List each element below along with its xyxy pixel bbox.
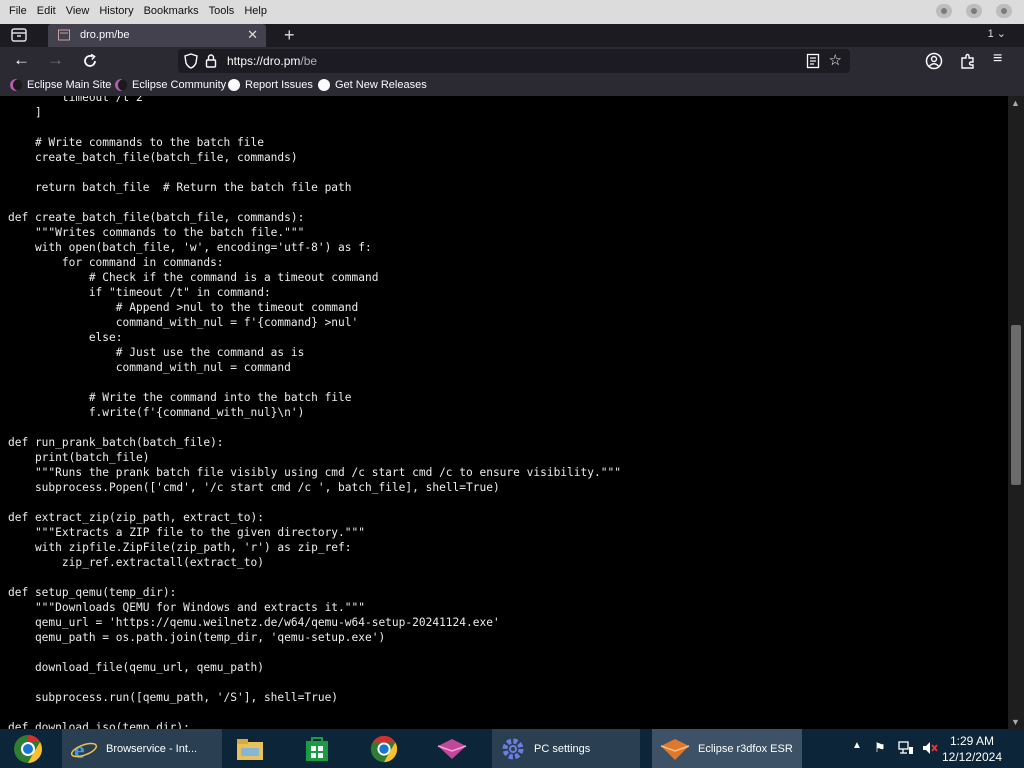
tracking-protection-shield-icon[interactable] <box>184 53 198 69</box>
minimize-button[interactable] <box>936 4 952 18</box>
page-favicon-icon <box>58 29 70 41</box>
bookmark-label: Eclipse Community <box>132 79 227 91</box>
forward-arrow-icon[interactable]: → <box>47 50 64 70</box>
reload-icon[interactable] <box>81 52 99 70</box>
account-icon[interactable] <box>925 52 943 70</box>
system-clock[interactable]: 1:29 AM 12/12/2024 <box>942 733 1002 765</box>
new-tab-button[interactable]: + <box>284 25 295 46</box>
vertical-scrollbar[interactable]: ▲ ▼ <box>1008 96 1024 729</box>
taskbar-item-eclipse-r3dfox[interactable]: Eclipse r3dfox ESR <box>652 729 802 768</box>
eclipse-pink-icon <box>437 738 467 759</box>
menu-bar: File Edit View History Bookmarks Tools H… <box>0 0 1024 24</box>
taskbar-item-chrome[interactable] <box>364 729 404 768</box>
tab-close-icon[interactable]: ✕ <box>247 27 258 43</box>
taskbar-item-store[interactable] <box>297 729 337 768</box>
bookmark-label: Get New Releases <box>335 79 427 91</box>
bookmark-label: Report Issues <box>245 79 313 91</box>
eclipse-browser-icon <box>660 738 690 760</box>
tab-active[interactable]: dro.pm/be ✕ <box>48 24 266 47</box>
tab-title: dro.pm/be <box>80 29 130 41</box>
menu-list: File Edit View History Bookmarks Tools H… <box>4 5 272 17</box>
url-bar[interactable]: https://dro.pm/be ☆ <box>178 49 850 73</box>
github-icon <box>228 79 240 91</box>
navigation-toolbar: ← → https://dro.pm/be ☆ ≡ <box>0 47 1024 75</box>
code-text: timeout /t 2 ] # Write commands to the b… <box>8 96 621 729</box>
reader-view-icon[interactable] <box>806 53 820 69</box>
back-arrow-icon[interactable]: ← <box>13 50 30 70</box>
page-content: timeout /t 2 ] # Write commands to the b… <box>0 96 1008 729</box>
clock-date: 12/12/2024 <box>941 750 1002 764</box>
tab-bar: dro.pm/be ✕ + 1 ⌄ <box>0 24 1024 47</box>
scrollbar-thumb[interactable] <box>1011 325 1021 485</box>
file-explorer-icon <box>237 738 263 760</box>
url-host: https://dro.pm <box>227 54 301 68</box>
bookmark-eclipse-main-site[interactable]: Eclipse Main Site <box>10 79 111 91</box>
github-icon <box>318 79 330 91</box>
close-window-button[interactable] <box>996 4 1012 18</box>
menu-bookmarks[interactable]: Bookmarks <box>139 5 204 17</box>
taskbar-item-file-explorer[interactable] <box>230 729 270 768</box>
bookmark-star-icon[interactable]: ☆ <box>829 51 842 69</box>
eclipse-logo-icon <box>10 79 22 91</box>
firefox-view-icon[interactable] <box>10 27 28 43</box>
extensions-icon[interactable] <box>959 52 977 70</box>
chrome-icon <box>370 735 398 762</box>
bookmark-report-issues[interactable]: Report Issues <box>228 79 313 91</box>
window-controls <box>936 4 1012 18</box>
hamburger-menu-icon[interactable]: ≡ <box>993 50 1002 68</box>
chrome-os-icon <box>14 734 42 763</box>
show-hidden-icons-icon[interactable]: ▲ <box>852 740 862 751</box>
scroll-down-arrow-icon[interactable]: ▼ <box>1011 717 1020 727</box>
taskbar-item-label: Browservice - Int... <box>106 742 198 755</box>
volume-muted-icon[interactable] <box>922 741 938 755</box>
maximize-button[interactable] <box>966 4 982 18</box>
settings-gear-icon <box>502 738 524 759</box>
taskbar-item-browservice[interactable]: e Browservice - Int... <box>62 729 222 768</box>
eclipse-logo-icon <box>115 79 127 91</box>
bookmark-eclipse-community[interactable]: Eclipse Community <box>115 79 226 91</box>
menu-file[interactable]: File <box>4 5 32 17</box>
taskbar: e Browservice - Int... PC settings Eclip… <box>0 729 1024 768</box>
taskbar-item-pc-settings[interactable]: PC settings <box>492 729 640 768</box>
bookmark-get-new-releases[interactable]: Get New Releases <box>318 79 427 91</box>
taskbar-item-label: Eclipse r3dfox ESR <box>698 742 793 755</box>
menu-edit[interactable]: Edit <box>32 5 61 17</box>
network-icon[interactable] <box>898 741 914 755</box>
list-all-tabs-icon[interactable]: 1 ⌄ <box>988 27 1006 40</box>
scroll-up-arrow-icon[interactable]: ▲ <box>1011 98 1020 108</box>
menu-help[interactable]: Help <box>239 5 272 17</box>
menu-view[interactable]: View <box>61 5 95 17</box>
store-icon <box>306 736 328 761</box>
action-center-flag-icon[interactable]: ⚑ <box>874 740 886 756</box>
svg-text:e: e <box>74 738 85 763</box>
taskbar-item-eclipse-pink[interactable] <box>432 729 472 768</box>
url-path: /be <box>300 54 318 68</box>
lock-icon[interactable] <box>205 53 217 69</box>
bookmarks-toolbar: Eclipse Main Site Eclipse Community Repo… <box>0 75 1024 96</box>
start-chrome-icon[interactable] <box>6 729 50 768</box>
internet-explorer-icon: e <box>70 738 98 763</box>
taskbar-item-label: PC settings <box>534 742 591 755</box>
menu-history[interactable]: History <box>94 5 138 17</box>
clock-time: 1:29 AM <box>949 734 994 748</box>
menu-tools[interactable]: Tools <box>204 5 240 17</box>
bookmark-label: Eclipse Main Site <box>27 79 112 91</box>
url-text: https://dro.pm/be <box>227 54 317 68</box>
